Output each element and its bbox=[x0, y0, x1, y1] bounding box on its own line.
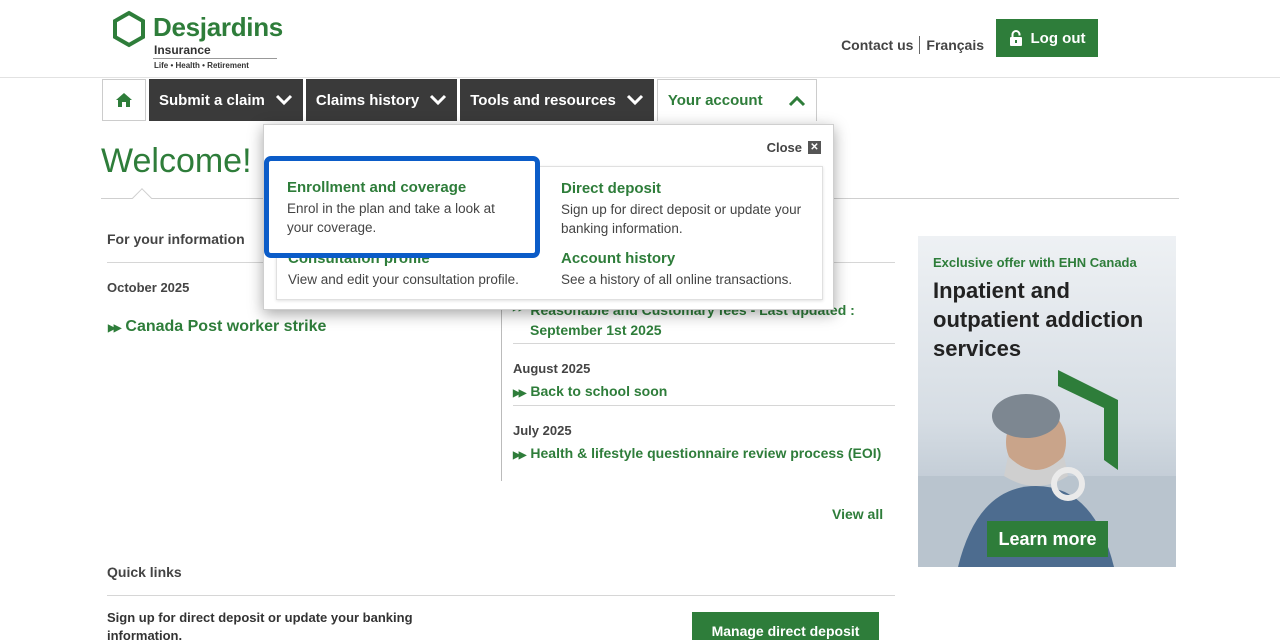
manage-direct-deposit-button[interactable]: Manage direct deposit bbox=[692, 612, 879, 640]
nav-label: Claims history bbox=[315, 91, 420, 109]
ad-kicker: Exclusive offer with EHN Canada bbox=[933, 255, 1137, 270]
menu-item-account-history[interactable]: Account history See a history of all onl… bbox=[561, 250, 811, 289]
view-all-link[interactable]: View all bbox=[832, 506, 883, 522]
double-arrow-icon: ▶▶ bbox=[513, 450, 526, 461]
news-link-label-line2: September 1st 2025 bbox=[530, 322, 662, 338]
brand-subtitle: Insurance bbox=[154, 43, 211, 57]
logout-label: Log out bbox=[1030, 29, 1086, 47]
learn-more-button[interactable]: Learn more bbox=[987, 521, 1108, 557]
chevron-down-icon bbox=[626, 94, 643, 106]
menu-item-title: Account history bbox=[561, 250, 676, 267]
lock-icon bbox=[1009, 30, 1022, 46]
news-month: October 2025 bbox=[107, 280, 190, 295]
nav-label: Submit a claim bbox=[159, 91, 265, 109]
quick-links-rule bbox=[107, 595, 895, 596]
menu-item-content: Enrollment and coverage Enrol in the pla… bbox=[287, 179, 517, 237]
nav-label: Your account bbox=[667, 92, 763, 109]
menu-item-enrollment-coverage[interactable]: Enrollment and coverage Enrol in the pla… bbox=[264, 156, 540, 258]
ehn-canada-ad[interactable]: Exclusive offer with EHN Canada Inpatien… bbox=[918, 236, 1176, 567]
quick-links-heading: Quick links bbox=[107, 564, 182, 580]
language-link[interactable]: Français bbox=[926, 37, 984, 53]
hexagon-logo-icon bbox=[113, 10, 145, 48]
nav-submit-claim[interactable]: Submit a claim bbox=[149, 79, 303, 121]
close-button[interactable]: Close ✕ bbox=[767, 140, 821, 155]
nav-label: Tools and resources bbox=[470, 91, 616, 109]
news-month: August 2025 bbox=[513, 361, 591, 376]
menu-item-desc: See a history of all online transactions… bbox=[561, 272, 793, 287]
top-links: Contact us Français bbox=[841, 36, 984, 54]
news-link-label: Back to school soon bbox=[530, 383, 668, 399]
menu-item-desc: View and edit your consultation profile. bbox=[288, 272, 519, 287]
double-arrow-icon: ▶▶ bbox=[108, 323, 121, 334]
quick-link-description: Sign up for direct deposit or update you… bbox=[107, 610, 413, 640]
menu-item-title: Enrollment and coverage bbox=[287, 179, 467, 196]
main-nav: Submit a claim Claims history Tools and … bbox=[102, 79, 817, 121]
chevron-up-icon bbox=[788, 95, 805, 106]
contact-us-link[interactable]: Contact us bbox=[841, 37, 913, 53]
chevron-down-icon bbox=[430, 94, 447, 106]
nav-tools-resources[interactable]: Tools and resources bbox=[460, 79, 654, 121]
menu-item-desc: Sign up for direct deposit or update you… bbox=[561, 202, 802, 236]
menu-item-desc: Enrol in the plan and take a look at you… bbox=[287, 201, 495, 235]
double-arrow-icon: ▶▶ bbox=[513, 388, 526, 399]
close-label: Close bbox=[766, 140, 802, 155]
nav-your-account[interactable]: Your account bbox=[656, 79, 817, 121]
page-title: Welcome! bbox=[101, 142, 252, 180]
menu-item-title: Direct deposit bbox=[561, 180, 662, 197]
close-icon: ✕ bbox=[808, 141, 821, 154]
desjardins-logo[interactable]: Desjardins Insurance Life • Health • Ret… bbox=[112, 8, 283, 72]
for-your-information-heading: For your information bbox=[107, 231, 245, 247]
nav-claims-history[interactable]: Claims history bbox=[305, 79, 458, 121]
news-month: July 2025 bbox=[513, 423, 572, 438]
logout-button[interactable]: Log out bbox=[996, 19, 1098, 57]
news-link-eoi[interactable]: ▶▶ Health & lifestyle questionnaire revi… bbox=[513, 445, 881, 461]
news-link-canada-post[interactable]: ▶▶ Canada Post worker strike bbox=[108, 318, 326, 336]
ad-headline: Inpatient and outpatient addiction servi… bbox=[933, 278, 1144, 361]
news-link-label: Canada Post worker strike bbox=[125, 318, 327, 335]
brand-name: Desjardins bbox=[153, 12, 283, 42]
nav-home[interactable] bbox=[102, 79, 146, 121]
news-link-back-to-school[interactable]: ▶▶ Back to school soon bbox=[513, 383, 667, 399]
logo-divider bbox=[153, 58, 277, 59]
news-rule bbox=[513, 405, 895, 406]
site-header: Desjardins Insurance Life • Health • Ret… bbox=[0, 0, 1280, 78]
chevron-down-icon bbox=[275, 94, 292, 106]
link-separator bbox=[919, 36, 921, 54]
home-icon bbox=[116, 93, 132, 107]
news-link-label: Health & lifestyle questionnaire review … bbox=[530, 445, 882, 461]
news-rule bbox=[513, 343, 895, 344]
brand-tagline: Life • Health • Retirement bbox=[154, 61, 249, 70]
menu-item-direct-deposit[interactable]: Direct deposit Sign up for direct deposi… bbox=[561, 180, 811, 238]
